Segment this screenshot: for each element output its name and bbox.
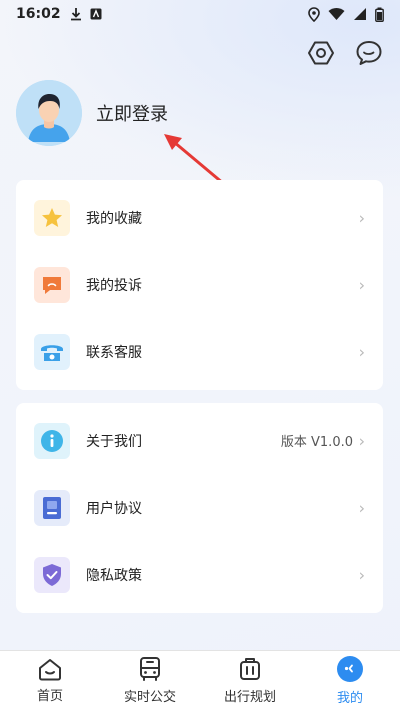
location-icon bbox=[308, 6, 320, 22]
chevron-right-icon: › bbox=[358, 275, 365, 294]
app-notification-icon bbox=[90, 8, 102, 20]
menu-item-label: 我的收藏 bbox=[86, 210, 142, 227]
menu-item-label: 联系客服 bbox=[86, 344, 142, 361]
tab-label: 出行规划 bbox=[223, 690, 276, 705]
menu-item-favorites[interactable]: 我的收藏 › bbox=[34, 184, 365, 251]
chevron-right-icon: › bbox=[358, 431, 365, 450]
menu-item-complaints[interactable]: 我的投诉 › bbox=[34, 251, 365, 318]
version-text: 版本 V1.0.0 bbox=[280, 435, 353, 450]
menu-item-label: 我的投诉 bbox=[86, 277, 142, 294]
avatar[interactable] bbox=[16, 80, 82, 146]
favorites-icon-tile bbox=[34, 199, 70, 236]
luggage-icon bbox=[240, 658, 260, 680]
home-icon bbox=[39, 659, 61, 681]
complaints-icon-tile bbox=[34, 266, 70, 303]
complaint-icon bbox=[43, 276, 61, 294]
signal-icon bbox=[354, 8, 366, 20]
menu-item-about-us[interactable]: 关于我们 版本 V1.0.0 › bbox=[34, 407, 365, 474]
wifi-icon bbox=[328, 8, 345, 20]
star-icon bbox=[42, 207, 62, 227]
info-icon bbox=[41, 429, 63, 452]
chevron-right-icon: › bbox=[358, 342, 365, 361]
profile-header[interactable]: 立即登录 bbox=[16, 80, 168, 146]
tab-label: 首页 bbox=[36, 689, 63, 704]
menu-item-customer-service[interactable]: 联系客服 › bbox=[34, 318, 365, 385]
menu-item-privacy-policy[interactable]: 隐私政策 › bbox=[34, 541, 365, 608]
messages-button[interactable] bbox=[354, 38, 384, 68]
menu-item-label: 隐私政策 bbox=[86, 567, 142, 584]
tab-realtime-bus[interactable]: 实时公交 bbox=[100, 651, 200, 710]
status-bar: 16:02 bbox=[0, 0, 400, 28]
menu-card-primary: 我的收藏 › 我的投诉 › 联系客服 › bbox=[16, 180, 383, 390]
chevron-right-icon: › bbox=[358, 208, 365, 227]
status-time: 16:02 bbox=[16, 6, 61, 22]
bus-icon bbox=[140, 657, 160, 681]
tab-label: 实时公交 bbox=[123, 690, 176, 705]
chevron-right-icon: › bbox=[358, 565, 365, 584]
tab-label: 我的 bbox=[336, 691, 363, 706]
menu-item-user-agreement[interactable]: 用户协议 › bbox=[34, 474, 365, 541]
menu-item-label: 关于我们 bbox=[86, 433, 142, 450]
settings-button[interactable] bbox=[306, 38, 336, 68]
settings-hexagon-icon bbox=[308, 41, 334, 65]
customer-service-icon-tile bbox=[34, 333, 70, 370]
menu-card-secondary: 关于我们 版本 V1.0.0 › 用户协议 › 隐私政策 › bbox=[16, 403, 383, 613]
privacy-icon-tile bbox=[34, 556, 70, 593]
about-icon-tile bbox=[34, 422, 70, 459]
default-avatar-icon bbox=[16, 80, 82, 146]
battery-icon bbox=[375, 7, 384, 22]
menu-item-label: 用户协议 bbox=[86, 500, 142, 517]
tab-home[interactable]: 首页 bbox=[0, 651, 100, 710]
chevron-right-icon: › bbox=[358, 498, 365, 517]
shield-icon bbox=[43, 563, 61, 586]
phone-icon bbox=[41, 344, 63, 361]
document-icon bbox=[43, 496, 61, 519]
tab-mine[interactable]: 我的 bbox=[300, 651, 400, 710]
agreement-icon-tile bbox=[34, 489, 70, 526]
tab-trip-planning[interactable]: 出行规划 bbox=[200, 651, 300, 710]
chat-bubble-icon bbox=[356, 41, 382, 65]
bottom-tab-bar: 首页 实时公交 出行规划 我的 bbox=[0, 650, 400, 710]
profile-icon bbox=[337, 656, 363, 682]
login-link[interactable]: 立即登录 bbox=[96, 100, 168, 126]
download-icon bbox=[70, 8, 81, 21]
top-actions bbox=[306, 38, 384, 68]
